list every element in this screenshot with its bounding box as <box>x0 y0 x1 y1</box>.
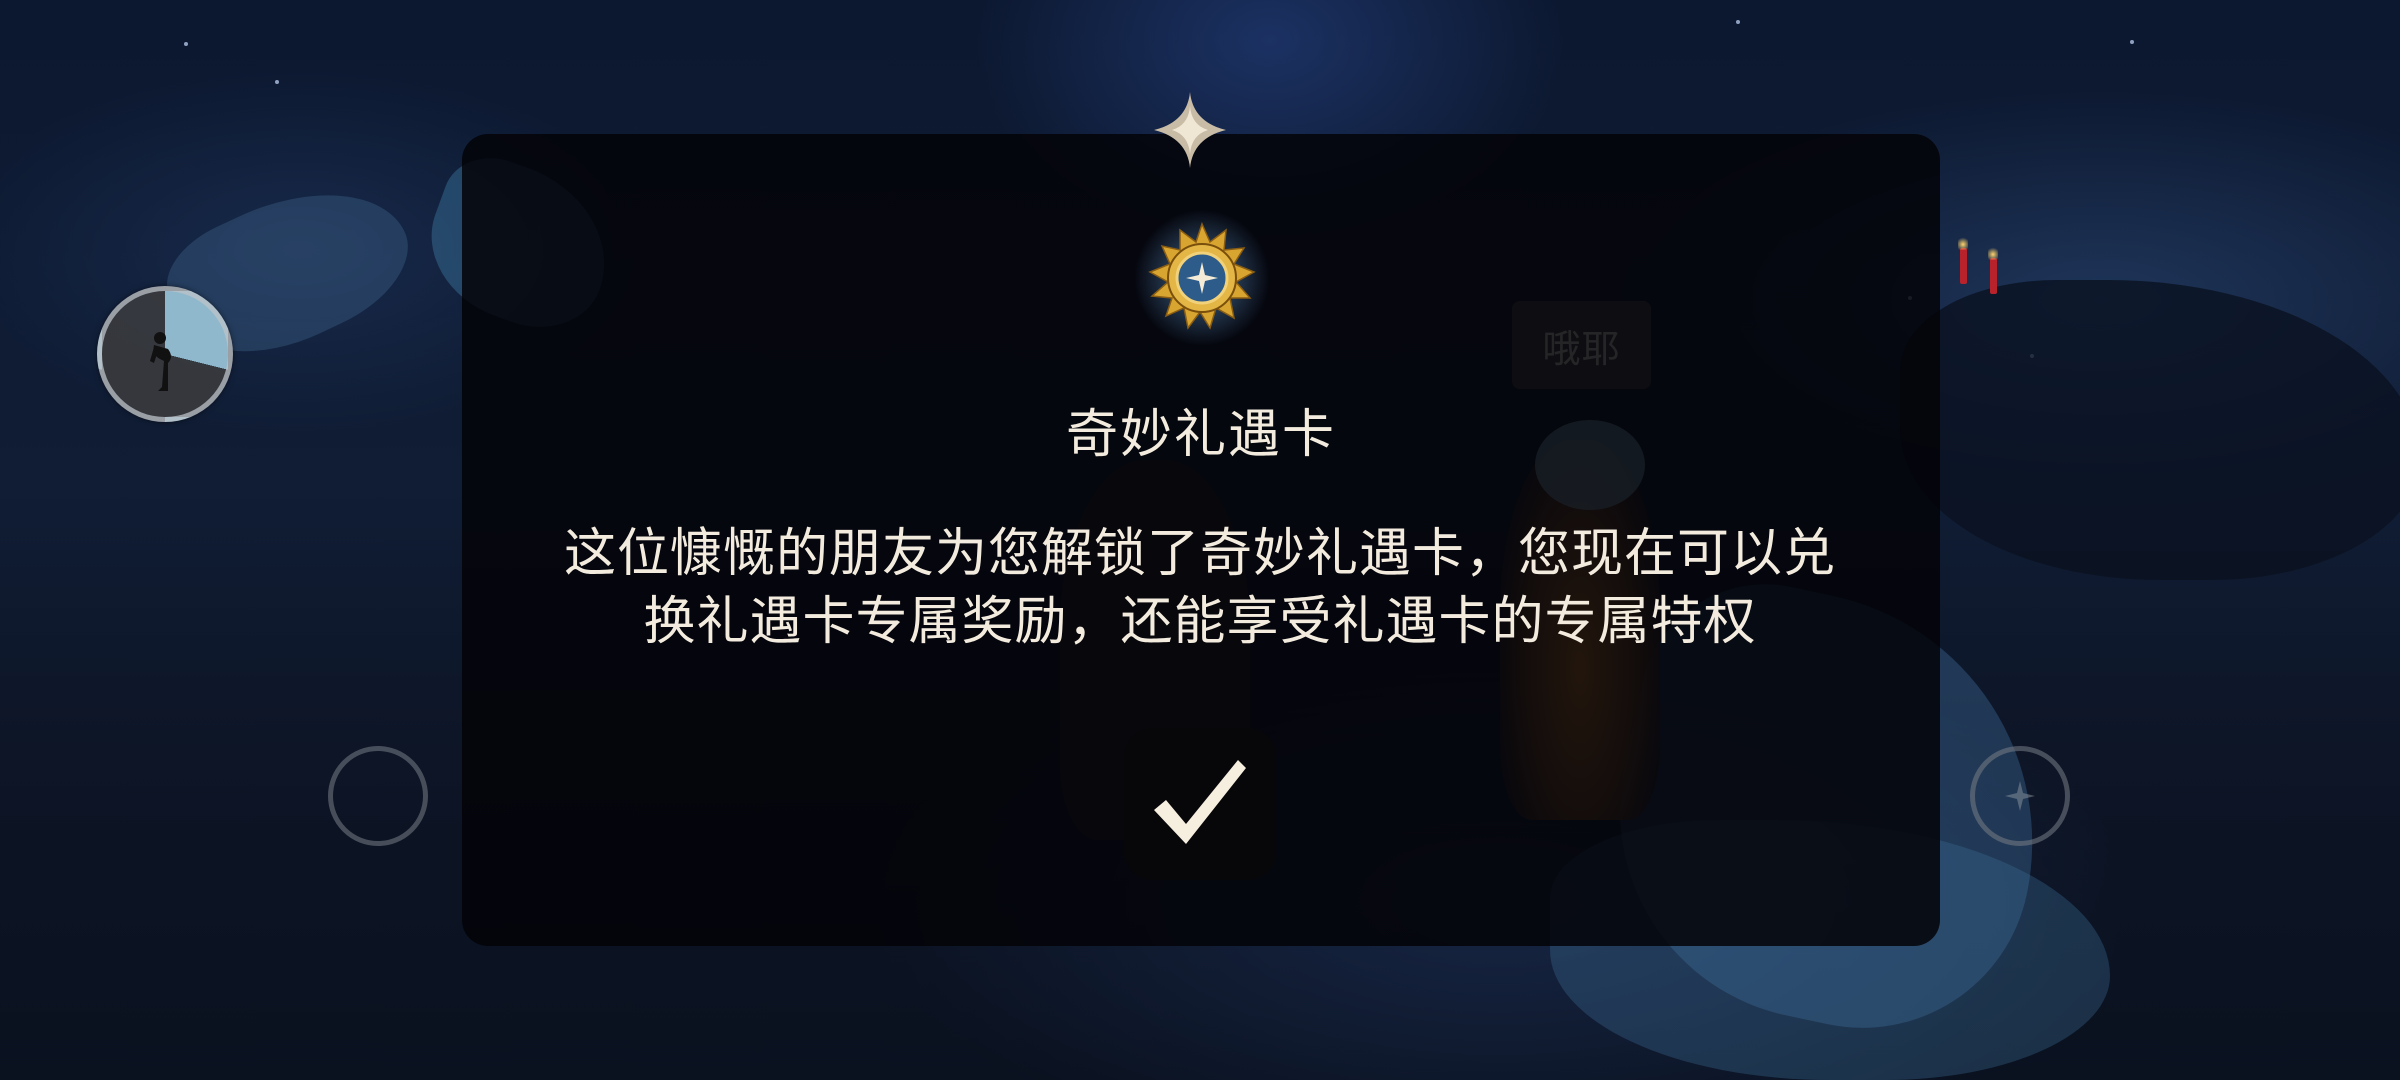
star <box>184 42 188 46</box>
dialog-message-line: 换礼遇卡专属奖励，还能享受礼遇卡的专属特权 <box>643 592 1757 652</box>
confirm-button[interactable] <box>1124 728 1276 880</box>
star <box>275 80 279 84</box>
star <box>1736 20 1740 24</box>
right-action-button[interactable] <box>1970 746 2070 846</box>
sparkle-icon <box>1154 92 1226 168</box>
candle <box>1958 236 1968 284</box>
star <box>2130 40 2134 44</box>
dialog-title: 奇妙礼遇卡 <box>1065 405 1336 465</box>
emote-button[interactable] <box>97 286 233 422</box>
bowing-figure-icon <box>150 332 171 391</box>
checkmark-icon <box>1154 760 1246 844</box>
star-icon <box>2005 781 2035 811</box>
dark-hill <box>1900 280 2400 580</box>
dialog-message: 这位慷慨的朋友为您解锁了奇妙礼遇卡，您现在可以兑 换礼遇卡专属奖励，还能享受礼遇… <box>530 520 1870 656</box>
dialog-message-line: 这位慷慨的朋友为您解锁了奇妙礼遇卡，您现在可以兑 <box>563 524 1836 584</box>
candle <box>1988 246 1998 294</box>
left-action-button[interactable] <box>328 746 428 846</box>
card-emblem-icon <box>1134 210 1270 346</box>
